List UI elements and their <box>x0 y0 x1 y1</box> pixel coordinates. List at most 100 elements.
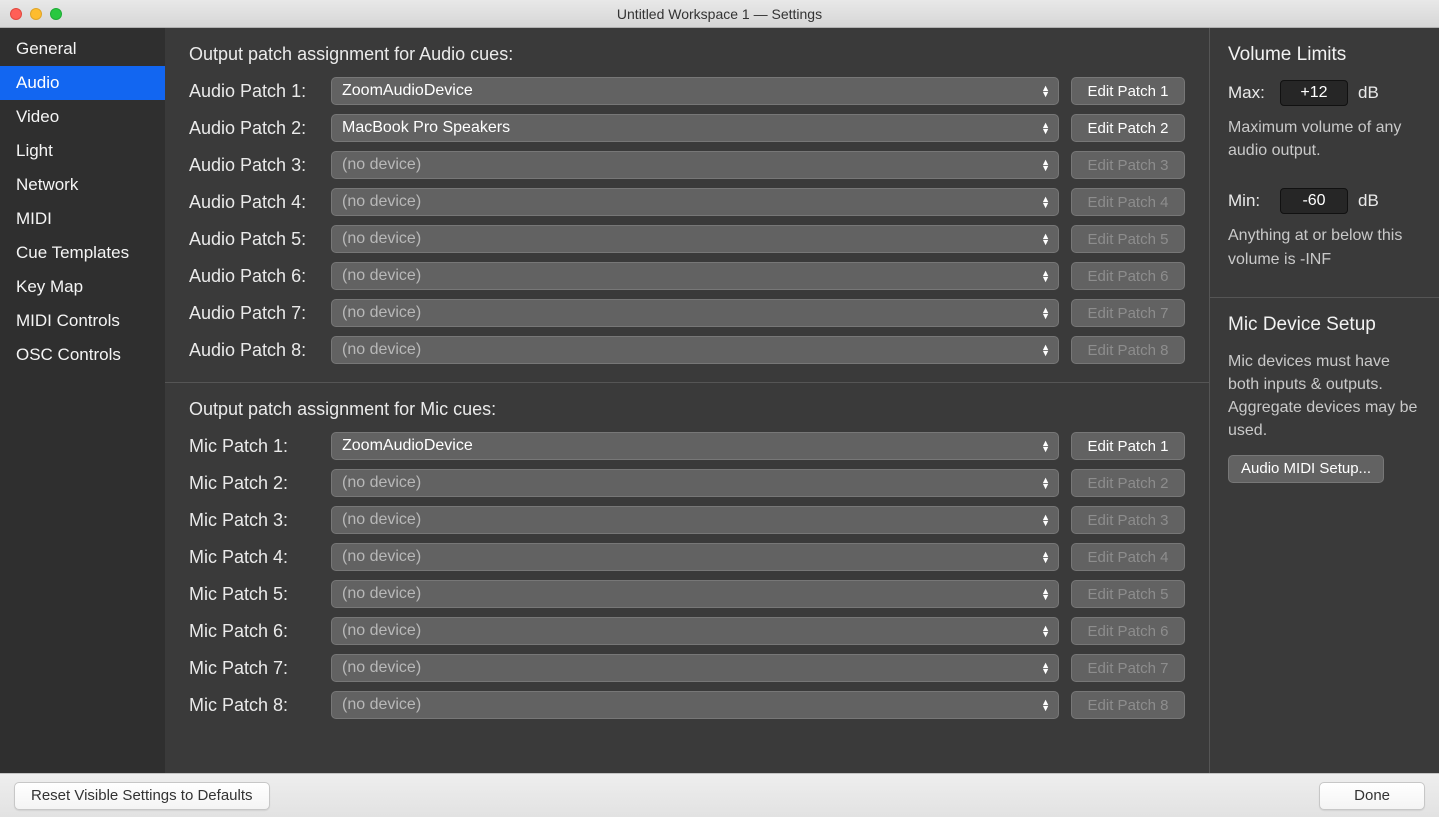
mic-patch-label-8: Mic Patch 8: <box>189 695 319 716</box>
audio-patch-row-1: Audio Patch 1: ZoomAudioDevice▲▼ Edit Patc… <box>189 77 1185 105</box>
volume-max-input[interactable] <box>1280 80 1348 106</box>
mic-patch-label-5: Mic Patch 5: <box>189 584 319 605</box>
sidebar-item-general[interactable]: General <box>0 32 165 66</box>
reset-defaults-button[interactable]: Reset Visible Settings to Defaults <box>14 782 270 810</box>
audio-patch-label-1: Audio Patch 1: <box>189 81 319 102</box>
mic-patch-edit-button-7: Edit Patch 7 <box>1071 654 1185 682</box>
audio-patch-device-select-6[interactable]: (no device)▲▼ <box>331 262 1059 290</box>
mic-patch-device-select-2[interactable]: (no device) ▲▼ <box>331 469 1059 497</box>
audio-patch-device-select-4[interactable]: (no device)▲▼ <box>331 188 1059 216</box>
audio-patch-edit-button-2[interactable]: Edit Patch 2 <box>1071 114 1185 142</box>
main-area: Output patch assignment for Audio cues: … <box>165 28 1439 773</box>
sidebar-item-network[interactable]: Network <box>0 168 165 202</box>
stepper-icon: ▲▼ <box>1041 307 1050 319</box>
audio-patch-edit-button-7: Edit Patch 7 <box>1071 299 1185 327</box>
audio-patch-row-8: Audio Patch 8: (no device)▲▼ Edit Patch 8 <box>189 336 1185 364</box>
audio-patch-edit-button-6: Edit Patch 6 <box>1071 262 1185 290</box>
audio-patch-device-select-2[interactable]: MacBook Pro Speakers ▲▼ <box>331 114 1059 142</box>
audio-patch-label-8: Audio Patch 8: <box>189 340 319 361</box>
audio-patch-device-select-5[interactable]: (no device)▲▼ <box>331 225 1059 253</box>
stepper-icon: ▲▼ <box>1041 477 1050 489</box>
audio-patch-row-7: Audio Patch 7:(no device)▲▼Edit Patch 7 <box>189 299 1185 327</box>
audio-patch-row-3: Audio Patch 3:(no device)▲▼Edit Patch 3 <box>189 151 1185 179</box>
audio-section-title: Output patch assignment for Audio cues: <box>189 44 1185 65</box>
audio-patch-device-value-2: MacBook Pro Speakers <box>342 119 510 137</box>
volume-min-label: Min: <box>1228 191 1270 211</box>
window-body: GeneralAudioVideoLightNetworkMIDICue Tem… <box>0 28 1439 773</box>
stepper-icon: ▲▼ <box>1041 625 1050 637</box>
mic-patch-row-2: Mic Patch 2: (no device) ▲▼ Edit Patch 2 <box>189 469 1185 497</box>
audio-patch-device-select-7[interactable]: (no device) ▲▼ <box>331 299 1059 327</box>
titlebar: Untitled Workspace 1 — Settings <box>0 0 1439 28</box>
sidebar-item-cue-templates[interactable]: Cue Templates <box>0 236 165 270</box>
mic-patch-device-select-7[interactable]: (no device)▲▼ <box>331 654 1059 682</box>
mic-patch-label-4: Mic Patch 4: <box>189 547 319 568</box>
volume-limits-title: Volume Limits <box>1228 44 1421 66</box>
audio-patch-edit-button-8: Edit Patch 8 <box>1071 336 1185 364</box>
stepper-icon: ▲▼ <box>1041 344 1050 356</box>
stepper-icon: ▲▼ <box>1041 588 1050 600</box>
sidebar-item-key-map[interactable]: Key Map <box>0 270 165 304</box>
mic-patch-label-3: Mic Patch 3: <box>189 510 319 531</box>
stepper-icon: ▲▼ <box>1041 159 1050 171</box>
mic-patch-device-select-5[interactable]: (no device) ▲▼ <box>331 580 1059 608</box>
mic-patch-device-select-1[interactable]: ZoomAudioDevice▲▼ <box>331 432 1059 460</box>
mic-patch-label-6: Mic Patch 6: <box>189 621 319 642</box>
mic-patch-device-value-4: (no device) <box>342 548 421 566</box>
audio-patch-device-select-8[interactable]: (no device)▲▼ <box>331 336 1059 364</box>
sidebar: GeneralAudioVideoLightNetworkMIDICue Tem… <box>0 28 165 773</box>
mic-patch-row-8: Mic Patch 8:(no device)▲▼Edit Patch 8 <box>189 691 1185 719</box>
volume-max-note: Maximum volume of any audio output. <box>1228 116 1421 162</box>
audio-patch-device-select-1[interactable]: ZoomAudioDevice▲▼ <box>331 77 1059 105</box>
audio-patch-device-value-7: (no device) <box>342 304 421 322</box>
mic-patch-device-select-6[interactable]: (no device) ▲▼ <box>331 617 1059 645</box>
audio-midi-setup-button[interactable]: Audio MIDI Setup... <box>1228 455 1384 483</box>
sidebar-item-light[interactable]: Light <box>0 134 165 168</box>
stepper-icon: ▲▼ <box>1041 270 1050 282</box>
volume-max-label: Max: <box>1228 83 1270 103</box>
mic-section-title: Output patch assignment for Mic cues: <box>189 399 1185 420</box>
footer: Reset Visible Settings to Defaults Done <box>0 773 1439 817</box>
stepper-icon: ▲▼ <box>1041 662 1050 674</box>
audio-patch-device-select-3[interactable]: (no device) ▲▼ <box>331 151 1059 179</box>
mic-patch-device-value-2: (no device) <box>342 474 421 492</box>
stepper-icon: ▲▼ <box>1041 551 1050 563</box>
done-button[interactable]: Done <box>1319 782 1425 810</box>
window-zoom-button[interactable] <box>50 8 62 20</box>
mic-patch-device-select-3[interactable]: (no device)▲▼ <box>331 506 1059 534</box>
window-title: Untitled Workspace 1 — Settings <box>0 6 1439 22</box>
stepper-icon: ▲▼ <box>1041 122 1050 134</box>
mic-patch-row-6: Mic Patch 6:(no device)▲▼Edit Patch 6 <box>189 617 1185 645</box>
center-pane: Output patch assignment for Audio cues: … <box>165 28 1209 773</box>
sidebar-item-video[interactable]: Video <box>0 100 165 134</box>
mic-patch-device-select-8[interactable]: (no device)▲▼ <box>331 691 1059 719</box>
audio-patch-device-value-3: (no device) <box>342 156 421 174</box>
audio-patch-edit-button-1[interactable]: Edit Patch 1 <box>1071 77 1185 105</box>
volume-min-unit: dB <box>1358 191 1379 211</box>
mic-patch-edit-button-2: Edit Patch 2 <box>1071 469 1185 497</box>
sidebar-item-osc-controls[interactable]: OSC Controls <box>0 338 165 372</box>
stepper-icon: ▲▼ <box>1041 196 1050 208</box>
stepper-icon: ▲▼ <box>1041 699 1050 711</box>
volume-max-row: Max: dB <box>1228 80 1421 106</box>
sidebar-item-midi-controls[interactable]: MIDI Controls <box>0 304 165 338</box>
mic-patch-label-2: Mic Patch 2: <box>189 473 319 494</box>
mic-patch-row-1: Mic Patch 1:ZoomAudioDevice▲▼Edit Patch … <box>189 432 1185 460</box>
mic-patch-device-value-6: (no device) <box>342 622 421 640</box>
mic-patch-device-value-5: (no device) <box>342 585 421 603</box>
audio-patch-device-value-1: ZoomAudioDevice <box>342 82 473 100</box>
audio-patch-row-4: Audio Patch 4:(no device)▲▼Edit Patch 4 <box>189 188 1185 216</box>
audio-patch-label-2: Audio Patch 2: <box>189 118 319 139</box>
sidebar-item-audio[interactable]: Audio <box>0 66 165 100</box>
mic-patch-row-4: Mic Patch 4:(no device)▲▼Edit Patch 4 <box>189 543 1185 571</box>
volume-min-input[interactable] <box>1280 188 1348 214</box>
mic-patch-device-select-4[interactable]: (no device) ▲▼ <box>331 543 1059 571</box>
stepper-icon: ▲▼ <box>1041 233 1050 245</box>
mic-patch-row-5: Mic Patch 5:(no device)▲▼Edit Patch 5 <box>189 580 1185 608</box>
window-close-button[interactable] <box>10 8 22 20</box>
window-minimize-button[interactable] <box>30 8 42 20</box>
sidebar-item-midi[interactable]: MIDI <box>0 202 165 236</box>
mic-patch-edit-button-1[interactable]: Edit Patch 1 <box>1071 432 1185 460</box>
volume-min-row: Min: dB <box>1228 188 1421 214</box>
audio-patch-rows: Audio Patch 1:ZoomAudioDevice▲▼Edit Patc… <box>189 77 1185 364</box>
